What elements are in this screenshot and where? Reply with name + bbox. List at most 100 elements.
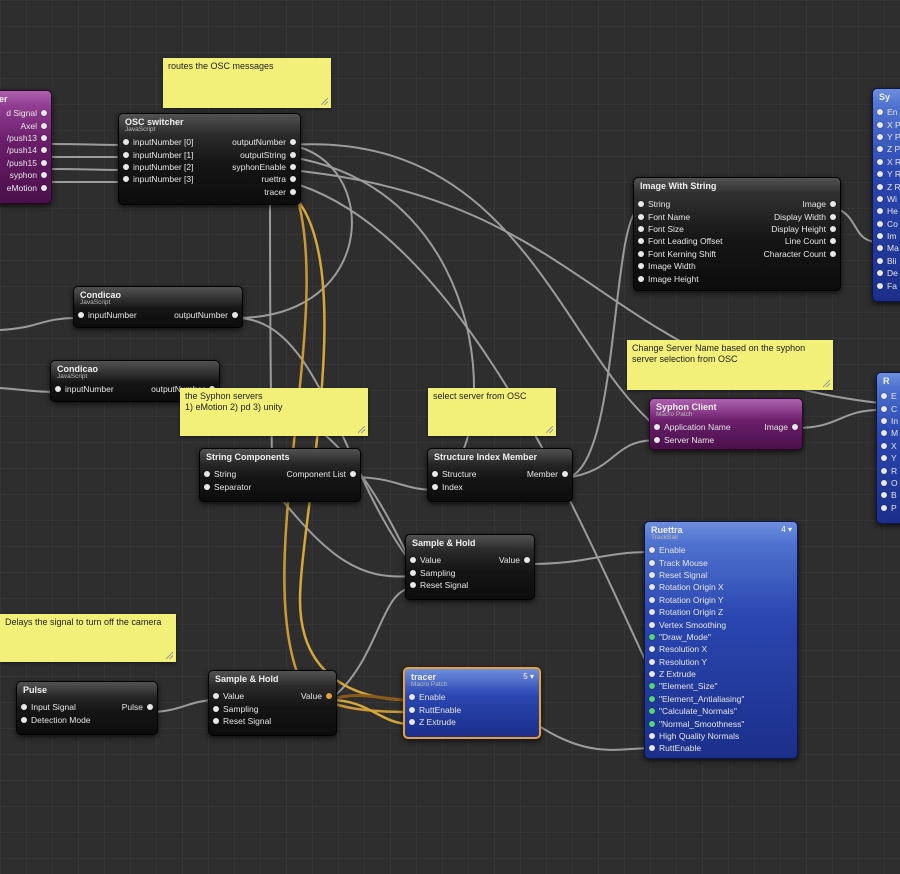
- output-port[interactable]: Line Count: [785, 235, 836, 247]
- input-port[interactable]: Rotation Origin Z: [649, 606, 744, 618]
- input-port[interactable]: Image Width: [638, 260, 723, 272]
- port-dot[interactable]: [649, 596, 655, 603]
- port-dot[interactable]: [41, 110, 47, 117]
- output-port[interactable]: Value: [499, 554, 530, 566]
- chevron-icon[interactable]: ▾: [788, 525, 792, 534]
- input-port[interactable]: inputNumber: [78, 309, 137, 321]
- port-dot[interactable]: [350, 471, 356, 478]
- note-delays-signal[interactable]: Delays the signal to turn off the camera: [0, 614, 176, 662]
- input-port[interactable]: Index: [432, 480, 477, 492]
- input-port[interactable]: Font Kerning Shift: [638, 248, 723, 260]
- input-port[interactable]: "Draw_Mode": [649, 631, 744, 643]
- output-port[interactable]: d Signal: [6, 107, 47, 119]
- output-port[interactable]: syphonEnable: [232, 161, 296, 173]
- input-port[interactable]: Reset Signal: [410, 579, 468, 591]
- input-port[interactable]: Reset Signal: [649, 569, 744, 581]
- input-port[interactable]: O: [881, 477, 898, 489]
- port-dot[interactable]: [21, 716, 27, 723]
- port-dot[interactable]: [524, 557, 530, 564]
- port-dot[interactable]: [649, 720, 655, 727]
- port-dot[interactable]: [232, 312, 238, 319]
- port-dot[interactable]: [123, 163, 129, 170]
- port-dot[interactable]: [881, 405, 887, 412]
- port-dot[interactable]: [562, 471, 568, 478]
- input-port[interactable]: P: [881, 502, 898, 514]
- patch-sample-hold-2[interactable]: Sample & Hold Value Sampling Reset Signa…: [208, 670, 337, 736]
- port-dot[interactable]: [881, 479, 887, 486]
- output-port[interactable]: outputNumber: [174, 309, 238, 321]
- port-dot[interactable]: [123, 139, 129, 146]
- output-port[interactable]: Value: [301, 690, 332, 702]
- input-port[interactable]: Separator: [204, 480, 251, 492]
- input-port[interactable]: Vertex Smoothing: [649, 618, 744, 630]
- input-port[interactable]: X R: [877, 156, 900, 168]
- port-dot[interactable]: [881, 393, 887, 400]
- port-dot[interactable]: [638, 213, 644, 220]
- port-dot[interactable]: [432, 483, 438, 490]
- output-port[interactable]: outputString: [240, 148, 296, 160]
- input-port[interactable]: Z P: [877, 143, 900, 155]
- port-dot[interactable]: [649, 658, 655, 665]
- patch-ruettra[interactable]: Ruettra TrackBall 4 ▾ Enable Track Mouse …: [644, 521, 798, 759]
- output-port[interactable]: Member: [527, 468, 568, 480]
- port-dot[interactable]: [21, 704, 27, 711]
- port-dot[interactable]: [654, 436, 660, 443]
- port-dot[interactable]: [830, 225, 836, 232]
- port-dot[interactable]: [649, 733, 655, 740]
- input-port[interactable]: Sampling: [410, 566, 468, 578]
- port-dot[interactable]: [881, 467, 887, 474]
- input-port[interactable]: Z Extrude: [409, 716, 461, 728]
- output-port[interactable]: /push14: [7, 144, 47, 156]
- port-dot[interactable]: [41, 134, 47, 141]
- port-dot[interactable]: [877, 195, 883, 202]
- input-port[interactable]: Structure: [432, 468, 477, 480]
- port-dot[interactable]: [410, 581, 416, 588]
- input-port[interactable]: Value: [213, 690, 271, 702]
- port-dot[interactable]: [213, 705, 219, 712]
- input-port[interactable]: M: [881, 427, 898, 439]
- port-dot[interactable]: [204, 471, 210, 478]
- port-dot[interactable]: [830, 213, 836, 220]
- port-dot[interactable]: [881, 417, 887, 424]
- input-port[interactable]: Bli: [877, 255, 900, 267]
- output-port[interactable]: Axel: [20, 119, 47, 131]
- port-dot[interactable]: [409, 694, 415, 701]
- input-port[interactable]: RuttEnable: [649, 742, 744, 754]
- input-port[interactable]: High Quality Normals: [649, 730, 744, 742]
- port-dot[interactable]: [123, 176, 129, 183]
- port-dot[interactable]: [877, 133, 883, 140]
- output-port[interactable]: Display Height: [771, 223, 836, 235]
- port-dot[interactable]: [830, 201, 836, 208]
- port-dot[interactable]: [326, 693, 332, 700]
- input-port[interactable]: Track Mouse: [649, 556, 744, 568]
- input-port[interactable]: Rotation Origin Y: [649, 594, 744, 606]
- port-dot[interactable]: [204, 483, 210, 490]
- port-dot[interactable]: [649, 559, 655, 566]
- input-port[interactable]: De: [877, 267, 900, 279]
- port-dot[interactable]: [213, 717, 219, 724]
- port-dot[interactable]: [41, 184, 47, 191]
- input-port[interactable]: String: [204, 468, 251, 480]
- input-port[interactable]: inputNumber [3]: [123, 173, 193, 185]
- port-dot[interactable]: [290, 163, 296, 170]
- input-port[interactable]: In: [881, 415, 898, 427]
- patch-right-top-partial[interactable]: Sy En X P Y P Z P X R Y R Z R Wi He Co I…: [872, 88, 900, 302]
- port-dot[interactable]: [877, 183, 883, 190]
- input-port[interactable]: Input Signal: [21, 701, 91, 713]
- port-dot[interactable]: [432, 471, 438, 478]
- output-port[interactable]: tracer: [264, 186, 296, 198]
- input-port[interactable]: R: [881, 464, 898, 476]
- port-dot[interactable]: [649, 671, 655, 678]
- port-dot[interactable]: [881, 504, 887, 511]
- port-dot[interactable]: [877, 208, 883, 215]
- input-port[interactable]: E: [881, 390, 898, 402]
- port-dot[interactable]: [290, 188, 296, 195]
- input-port[interactable]: Reset Signal: [213, 715, 271, 727]
- port-dot[interactable]: [41, 147, 47, 154]
- input-port[interactable]: Wi: [877, 193, 900, 205]
- port-dot[interactable]: [792, 424, 798, 431]
- input-port[interactable]: En: [877, 106, 900, 118]
- port-dot[interactable]: [638, 250, 644, 257]
- input-port[interactable]: B: [881, 489, 898, 501]
- port-dot[interactable]: [877, 171, 883, 178]
